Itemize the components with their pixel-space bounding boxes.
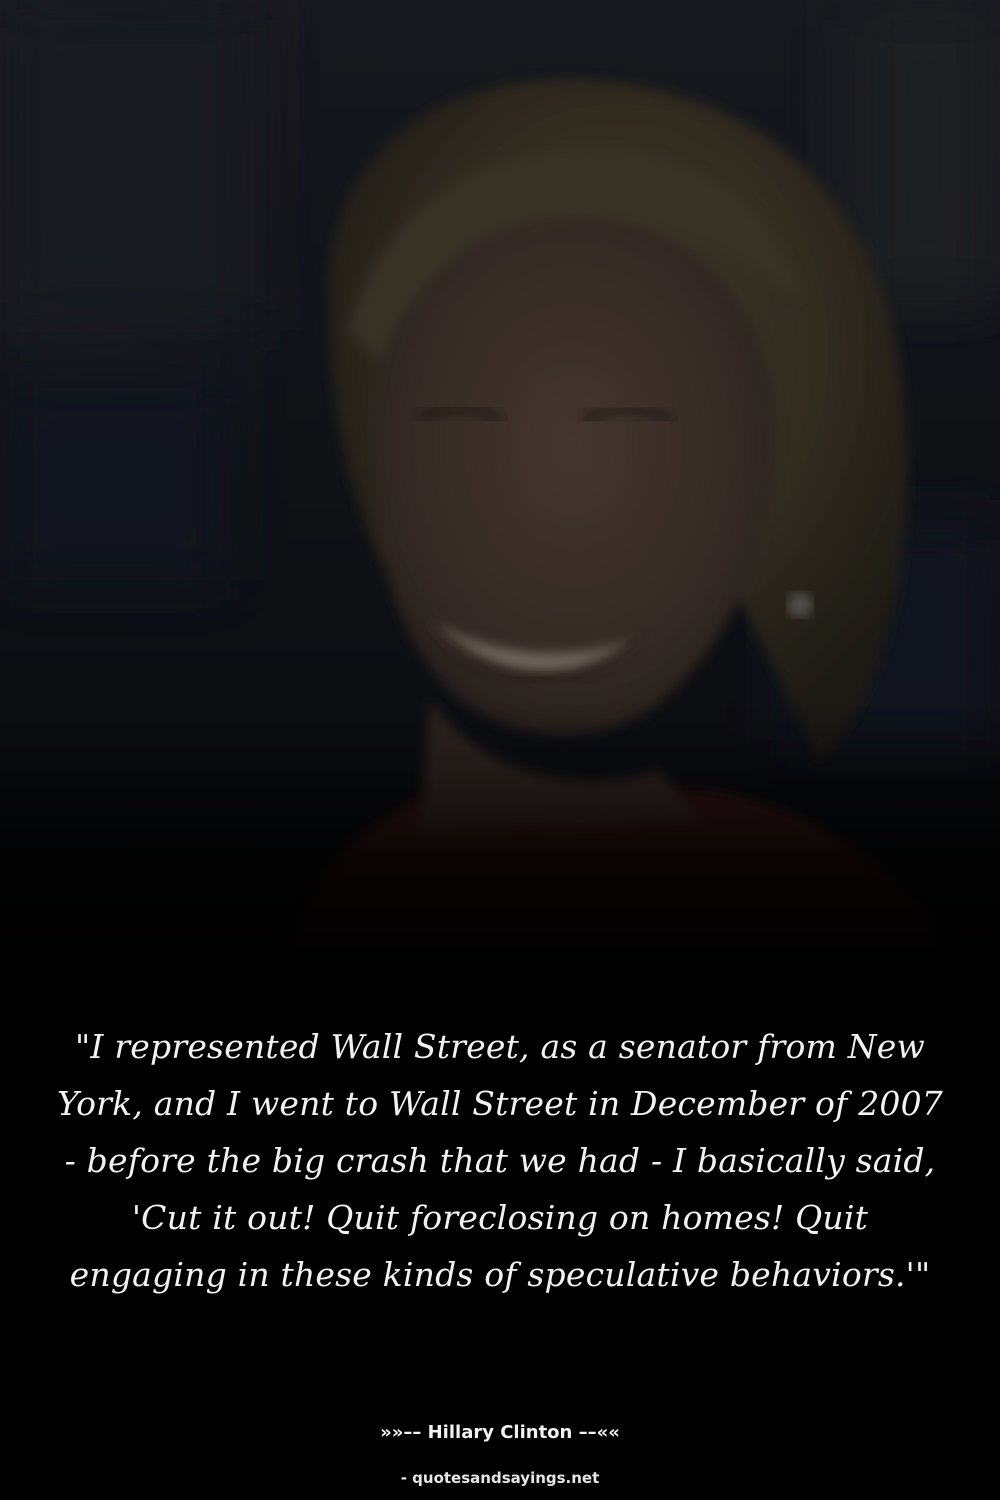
bottom-fade <box>0 0 1000 1000</box>
source-watermark: - quotesandsayings.net <box>400 1469 600 1487</box>
author-attribution: »»–– Hillary Clinton ––«« <box>380 1422 620 1443</box>
quote-card: "I represented Wall Street, as a senator… <box>0 0 1000 1500</box>
quote-text: "I represented Wall Street, as a senator… <box>56 1027 944 1294</box>
portrait-photo <box>0 0 1000 1000</box>
